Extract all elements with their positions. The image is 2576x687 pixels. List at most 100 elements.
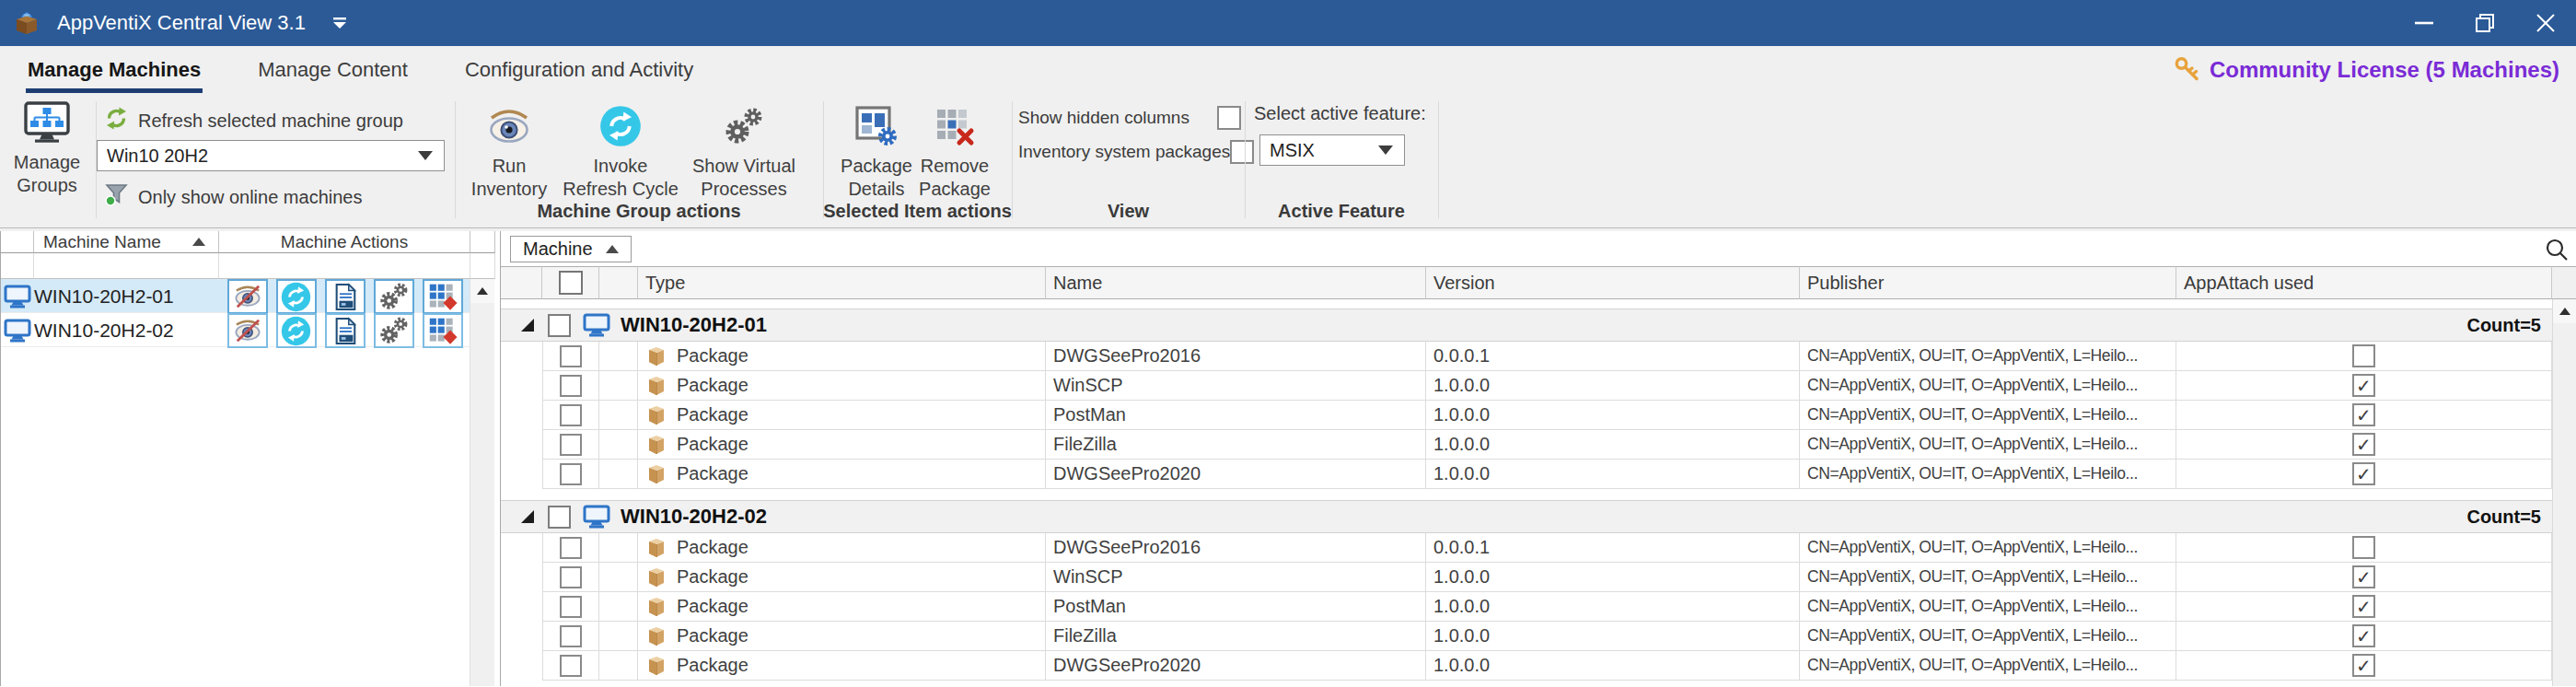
- row-checkbox[interactable]: [560, 434, 582, 456]
- packages-scrollbar[interactable]: [2552, 299, 2576, 686]
- group-header-row[interactable]: WIN10-20H2-01Count=5: [501, 309, 2552, 342]
- run-inventory-action-button[interactable]: [227, 313, 268, 348]
- package-row[interactable]: PackageWinSCP1.0.0.0CN=AppVentiX, OU=IT,…: [501, 371, 2576, 401]
- license-info[interactable]: Community License (5 Machines): [2173, 55, 2559, 85]
- group-checkbox[interactable]: [548, 314, 571, 337]
- expand-collapse-icon[interactable]: [521, 510, 534, 523]
- refresh-machine-group-button[interactable]: Refresh selected machine group: [104, 106, 403, 135]
- package-row[interactable]: PackageDWGSeePro20160.0.0.1CN=AppVentiX,…: [501, 533, 2576, 563]
- close-button[interactable]: [2515, 0, 2576, 46]
- search-icon[interactable]: [2544, 237, 2570, 266]
- remove-packages-action-button[interactable]: [423, 313, 463, 348]
- package-row[interactable]: PackageDWGSeePro20160.0.0.1CN=AppVentiX,…: [501, 342, 2576, 371]
- machine-icon-column-header[interactable]: [1, 231, 34, 253]
- publisher-column-header[interactable]: Publisher: [1800, 266, 2176, 299]
- row-checkbox[interactable]: [560, 463, 582, 485]
- appattach-cell: [2176, 563, 2552, 592]
- restore-button[interactable]: [2454, 0, 2515, 46]
- package-row[interactable]: PackageWinSCP1.0.0.0CN=AppVentiX, OU=IT,…: [501, 563, 2576, 592]
- tab-manage-content[interactable]: Manage Content: [256, 52, 410, 87]
- appattach-cell: [2176, 651, 2552, 681]
- package-row[interactable]: PackageFileZilla1.0.0.0CN=AppVentiX, OU=…: [501, 430, 2576, 460]
- package-report-action-button[interactable]: [325, 279, 366, 314]
- only-online-filter[interactable]: Only show online machines: [104, 182, 362, 212]
- appattach-checkbox[interactable]: [2352, 462, 2375, 485]
- machine-name-column-header[interactable]: Machine Name: [34, 231, 219, 253]
- active-feature-dropdown[interactable]: MSIX: [1259, 134, 1405, 166]
- appattach-checkbox[interactable]: [2352, 433, 2375, 456]
- sort-ascending-icon: [192, 238, 205, 246]
- appattach-checkbox[interactable]: [2352, 536, 2375, 559]
- scroll-up-button[interactable]: [2553, 299, 2576, 323]
- select-all-checkbox-cell: [542, 266, 599, 299]
- row-indicator-cell: [599, 563, 638, 592]
- row-checkbox[interactable]: [560, 596, 582, 618]
- appattach-checkbox[interactable]: [2352, 374, 2375, 397]
- publisher-cell: CN=AppVentiX, OU=IT, O=AppVentiX, L=Heil…: [1800, 533, 2176, 563]
- package-row[interactable]: PackageDWGSeePro20201.0.0.0CN=AppVentiX,…: [501, 651, 2576, 681]
- remove-package-button[interactable]: Remove Package: [899, 101, 1011, 201]
- package-report-action-button[interactable]: [325, 313, 366, 348]
- group-checkbox[interactable]: [548, 506, 571, 529]
- machine-name: WIN10-20H2-02: [34, 320, 219, 342]
- manage-groups-button[interactable]: Manage Groups: [4, 101, 90, 197]
- icon-column-header[interactable]: [599, 266, 638, 299]
- row-checkbox[interactable]: [560, 345, 582, 367]
- invoke-refresh-action-button[interactable]: [276, 279, 317, 314]
- package-row[interactable]: PackageDWGSeePro20201.0.0.0CN=AppVentiX,…: [501, 460, 2576, 489]
- group-by-machine-chip[interactable]: Machine: [510, 236, 632, 262]
- show-hidden-columns-checkbox[interactable]: [1217, 106, 1241, 130]
- show-virtual-processes-button[interactable]: Show Virtual Processes: [675, 101, 813, 201]
- appattach-checkbox[interactable]: [2352, 654, 2375, 677]
- invoke-refresh-cycle-button[interactable]: Invoke Refresh Cycle: [559, 101, 682, 201]
- show-processes-action-button[interactable]: [374, 313, 414, 348]
- remove-packages-grid-icon: [427, 282, 458, 311]
- invoke-refresh-action-button[interactable]: [276, 313, 317, 348]
- name-column-header[interactable]: Name: [1046, 266, 1426, 299]
- row-checkbox[interactable]: [560, 625, 582, 647]
- machines-filter-row[interactable]: [1, 253, 494, 279]
- scroll-up-button[interactable]: [470, 279, 494, 303]
- package-row[interactable]: PackagePostMan1.0.0.0CN=AppVentiX, OU=IT…: [501, 592, 2576, 622]
- appattach-checkbox[interactable]: [2352, 595, 2375, 618]
- machine-actions-column-header[interactable]: Machine Actions: [219, 231, 470, 253]
- package-row[interactable]: PackagePostMan1.0.0.0CN=AppVentiX, OU=IT…: [501, 401, 2576, 430]
- version-cell: 1.0.0.0: [1426, 651, 1800, 681]
- appattach-column-header[interactable]: AppAttach used: [2176, 266, 2552, 299]
- title-chevron-icon[interactable]: [331, 17, 348, 29]
- run-inventory-button[interactable]: Run Inventory: [453, 101, 565, 201]
- appattach-checkbox[interactable]: [2352, 344, 2375, 367]
- appventix-window: AppVentiX Central View 3.1 Manage Machin…: [0, 0, 2576, 687]
- package-box-icon: [644, 565, 668, 589]
- machine-group-dropdown[interactable]: Win10 20H2: [97, 140, 445, 171]
- version-column-header[interactable]: Version: [1426, 266, 1800, 299]
- tab-manage-machines[interactable]: Manage Machines: [26, 52, 203, 87]
- show-processes-action-button[interactable]: [374, 279, 414, 314]
- row-checkbox[interactable]: [560, 375, 582, 397]
- group-header-row[interactable]: WIN10-20H2-02Count=5: [501, 500, 2552, 533]
- expand-collapse-icon[interactable]: [521, 319, 534, 332]
- row-checkbox[interactable]: [560, 566, 582, 588]
- run-inventory-action-button[interactable]: [227, 279, 268, 314]
- machine-row[interactable]: WIN10-20H2-02: [1, 313, 494, 347]
- remove-packages-action-button[interactable]: [423, 279, 463, 314]
- version-cell: 0.0.0.1: [1426, 533, 1800, 563]
- row-checkbox[interactable]: [560, 655, 582, 677]
- appattach-checkbox[interactable]: [2352, 565, 2375, 588]
- appattach-checkbox[interactable]: [2352, 403, 2375, 426]
- minimize-button[interactable]: [2394, 0, 2454, 46]
- publisher-cell: CN=AppVentiX, OU=IT, O=AppVentiX, L=Heil…: [1800, 622, 2176, 651]
- tab-configuration-activity[interactable]: Configuration and Activity: [463, 52, 695, 87]
- row-indent: [501, 533, 542, 563]
- version-cell: 1.0.0.0: [1426, 592, 1800, 622]
- appattach-checkbox[interactable]: [2352, 624, 2375, 647]
- inventory-system-packages-checkbox[interactable]: [1230, 140, 1254, 164]
- package-box-icon: [644, 373, 668, 398]
- select-all-checkbox[interactable]: [559, 271, 583, 295]
- machines-scrollbar[interactable]: [470, 279, 494, 686]
- package-row[interactable]: PackageFileZilla1.0.0.0CN=AppVentiX, OU=…: [501, 622, 2576, 651]
- type-column-header[interactable]: Type: [638, 266, 1046, 299]
- row-checkbox[interactable]: [560, 537, 582, 559]
- machine-row[interactable]: WIN10-20H2-01: [1, 279, 494, 313]
- row-checkbox[interactable]: [560, 404, 582, 426]
